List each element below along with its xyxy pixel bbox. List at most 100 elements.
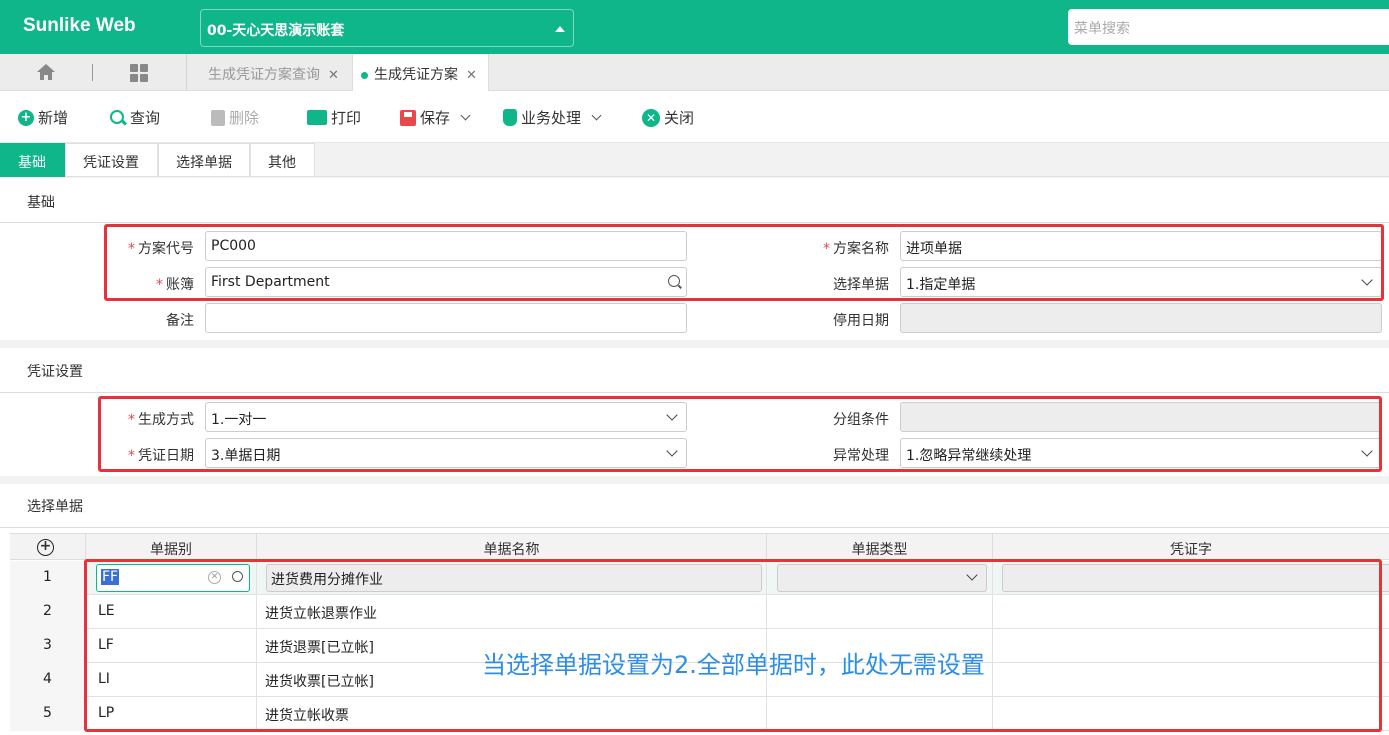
voucher-date-label: * 凭证日期 [128,448,194,464]
plus-icon: + [18,109,34,126]
table-row[interactable]: 5 LP 进货立帐收票 [10,697,1389,731]
row-number: 1 [10,561,86,595]
delete-button[interactable]: 删除 [211,107,259,128]
row-number: 5 [10,697,86,731]
row-number: 3 [10,629,86,663]
menu-search-input[interactable]: 菜单搜索 [1068,9,1389,45]
voucher-date-dropdown[interactable]: 3.单据日期 [205,438,687,468]
brand-logo: Sunlike Web [23,15,136,36]
close-button[interactable]: ✕ 关闭 [642,107,694,128]
voucher-word-cell[interactable] [993,595,1389,629]
close-icon[interactable]: ✕ [328,68,339,83]
table-row[interactable]: 1 FF ✕ 进货费用分摊作业 [10,561,1389,595]
chevron-down-icon[interactable] [460,110,471,121]
tab-plan-query[interactable]: 生成凭证方案查询 ✕ [200,54,347,91]
home-icon[interactable] [37,64,55,80]
account-selector[interactable]: 00-天心天思演示账套 [200,9,574,47]
group-cond-input [900,402,1382,432]
chevron-down-icon [1361,445,1373,457]
col-voucher-word: 凭证字 [1170,542,1212,558]
select-doc-value: 1.指定单据 [906,277,976,293]
select-doc-dropdown[interactable]: 1.指定单据 [900,267,1382,297]
print-button[interactable]: 打印 [307,107,361,128]
plan-name-label: * 方案名称 [823,241,889,257]
divider [0,527,1389,528]
printer-icon [307,110,327,125]
chevron-down-icon [1361,274,1373,286]
account-selector-value: 00-天心天思演示账套 [207,23,345,39]
row-number: 2 [10,595,86,629]
voucher-word-input[interactable] [1002,564,1389,592]
voucher-word-cell[interactable] [993,663,1389,697]
voucher-word-cell [993,561,1389,595]
chevron-down-icon [666,409,678,421]
table-row[interactable]: 2 LE 进货立帐退票作业 [10,595,1389,629]
doc-name-cell[interactable]: 进货立帐退票作业 [257,595,767,629]
search-icon[interactable] [232,571,243,582]
add-label: 新增 [38,109,69,127]
print-label: 打印 [331,109,362,127]
col-doc-type: 单据类型 [767,534,993,561]
doc-type-dropdown[interactable] [777,564,987,592]
active-dot-icon [361,71,368,79]
tab-other[interactable]: 其他 [250,143,315,177]
voucher-date-value: 3.单据日期 [211,448,281,464]
plan-name-input[interactable]: 进项单据 [900,231,1382,261]
tab-label: 生成凭证方案查询 [208,67,320,83]
doc-code-cell[interactable]: LE [86,595,257,629]
tab-basic[interactable]: 基础 [0,143,65,177]
doc-type-cell[interactable] [767,595,993,629]
stop-date-label: 停用日期 [833,313,889,329]
remark-label: 备注 [166,313,194,329]
plan-code-input[interactable]: PC000 [205,231,687,261]
close-icon[interactable]: ✕ [466,68,477,83]
voucher-word-cell[interactable] [993,629,1389,663]
book-label: * 账簿 [156,277,194,293]
col-doc-code: 单据别 [86,534,257,561]
query-button[interactable]: 查询 [110,107,160,128]
chevron-down-icon [591,110,602,121]
doc-name-cell[interactable]: 进货立帐收票 [257,697,767,731]
doc-type-cell[interactable] [767,697,993,731]
book-value: First Department [211,274,330,290]
add-row-header: + [10,534,86,561]
trash-icon [211,109,225,126]
tab-voucher-settings[interactable]: 凭证设置 [65,143,158,177]
close-label: 关闭 [664,109,695,127]
save-icon [400,109,416,126]
apps-grid-icon[interactable] [130,64,148,82]
tab-plan[interactable]: 生成凭证方案 ✕ [352,54,489,91]
voucher-section: 凭证设置 * 生成方式 1.一对一 分组条件 * 凭证日期 3.单据日期 异常处理 … [0,348,1389,476]
doc-code-cell: FF ✕ [86,561,257,595]
row-number: 4 [10,663,86,697]
voucher-word-cell[interactable] [993,697,1389,731]
gen-mode-label: * 生成方式 [128,412,194,428]
gen-mode-dropdown[interactable]: 1.一对一 [205,402,687,432]
chevron-down-icon [666,445,678,457]
stop-date-input [900,303,1382,333]
doc-code-cell[interactable]: LP [86,697,257,731]
add-button[interactable]: + 新增 [18,107,68,128]
search-icon[interactable] [668,275,680,287]
query-label: 查询 [130,109,161,127]
doc-code-input[interactable]: FF ✕ [96,564,250,592]
exception-dropdown[interactable]: 1.忽略异常继续处理 [900,438,1382,468]
clear-icon[interactable]: ✕ [208,571,221,584]
section-title: 选择单据 [27,499,83,515]
tab-select-docs[interactable]: 选择单据 [158,143,250,177]
doc-name-input[interactable]: 进货费用分摊作业 [266,564,762,592]
plus-circle-icon[interactable]: + [37,539,54,556]
divider [92,64,93,81]
doc-code-cell[interactable]: LF [86,629,257,663]
book-input[interactable]: First Department [205,267,687,297]
section-title: 凭证设置 [27,364,83,380]
divider [186,54,187,91]
plan-code-label: * 方案代号 [128,241,194,257]
divider [0,392,1389,393]
caret-up-icon [555,26,565,32]
remark-input[interactable] [205,303,687,333]
top-bar: Sunlike Web 00-天心天思演示账套 菜单搜索 [0,0,1389,54]
business-button[interactable]: 业务处理 [503,107,602,128]
save-button[interactable]: 保存 [400,107,471,128]
doc-code-cell[interactable]: LI [86,663,257,697]
